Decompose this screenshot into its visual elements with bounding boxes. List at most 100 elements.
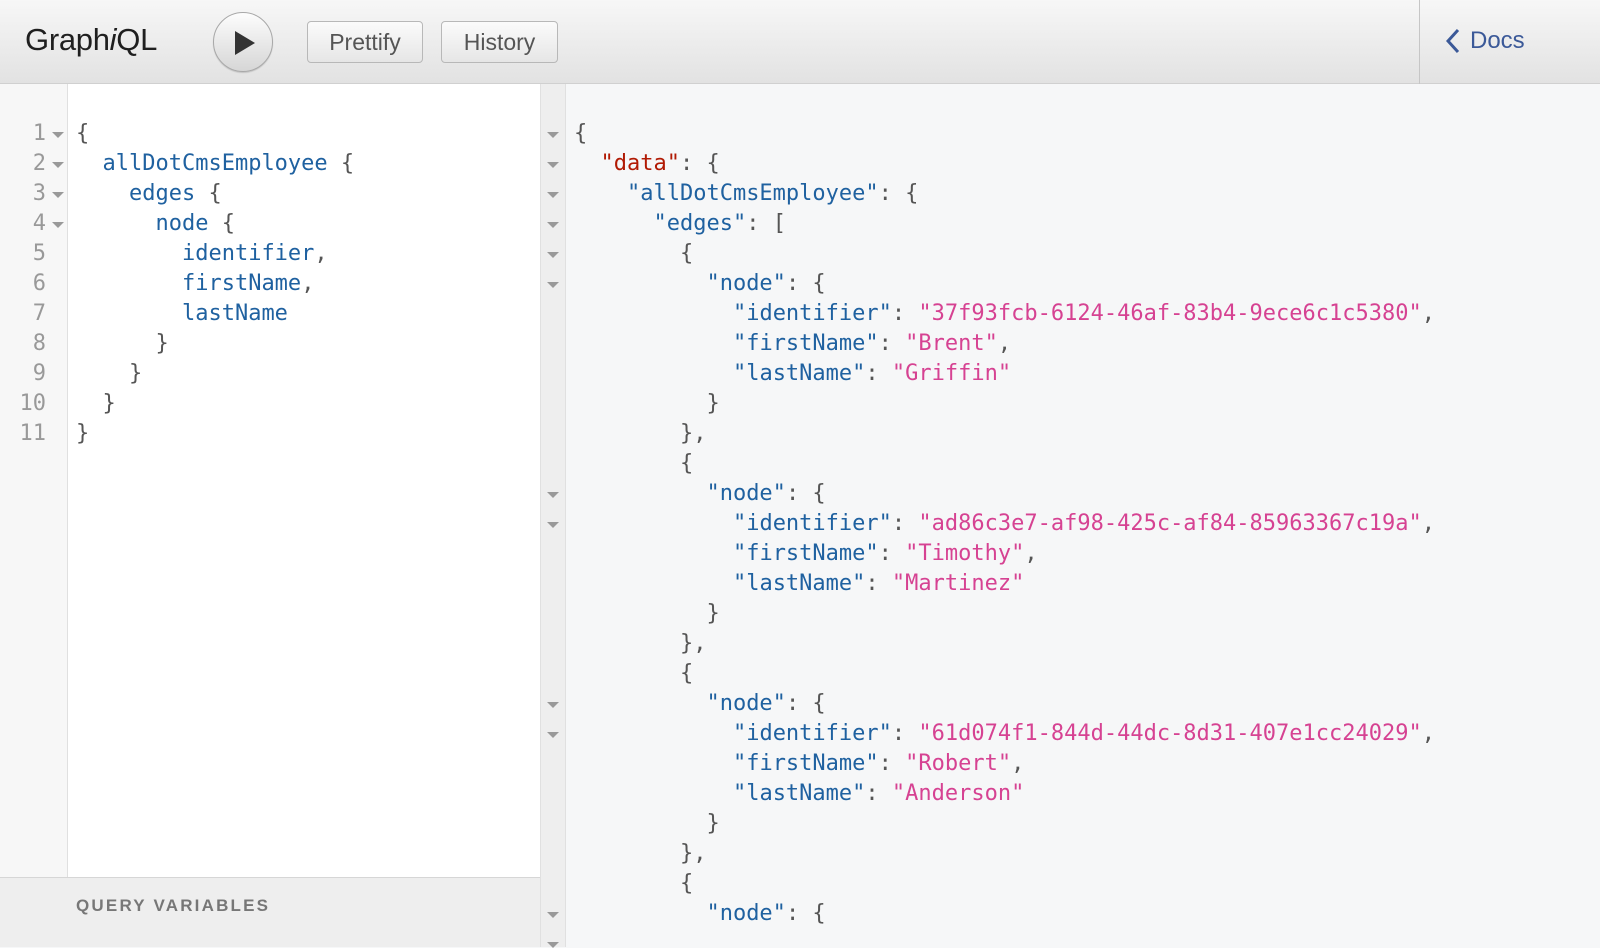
fold-toggle-icon[interactable] [547, 522, 559, 528]
docs-button[interactable]: Docs [1446, 27, 1525, 55]
line-number: 10 [19, 391, 47, 416]
fold-toggle-icon[interactable] [547, 942, 559, 948]
app-title-part: QL [116, 22, 158, 57]
punctuation: { [679, 451, 694, 476]
fold-toggle-icon[interactable] [547, 222, 559, 228]
punctuation: : { [785, 481, 826, 506]
field-name: "lastName" [732, 361, 866, 386]
fold-toggle-icon[interactable] [547, 252, 559, 258]
punctuation: : [878, 751, 906, 776]
punctuation: : [891, 301, 919, 326]
fold-toggle-icon[interactable] [52, 132, 64, 138]
punctuation: : [ [746, 211, 786, 236]
punctuation: : [891, 511, 919, 536]
fold-toggle-icon[interactable] [52, 162, 64, 168]
query-code[interactable]: { allDotCmsEmployee { edges { node { ide… [68, 84, 540, 877]
query-line: { [76, 119, 89, 149]
query-line: } [76, 419, 89, 449]
query-line: } [76, 329, 168, 359]
query-variables-label[interactable]: QUERY VARIABLES [76, 896, 270, 916]
fold-toggle-icon[interactable] [547, 192, 559, 198]
fold-toggle-icon[interactable] [547, 702, 559, 708]
string-value: "ad86c3e7-af98-425c-af84-85963367c19a" [918, 511, 1422, 536]
punctuation: } [706, 601, 720, 626]
line-number: 4 [32, 211, 46, 236]
toolbar: GraphiQL Prettify History Docs [0, 0, 1600, 84]
result-line: }, [574, 839, 707, 869]
punctuation: , [1421, 511, 1435, 536]
punctuation: }, [679, 421, 707, 446]
fold-toggle-icon[interactable] [547, 162, 559, 168]
fold-toggle-icon[interactable] [547, 492, 559, 498]
field-name: "identifier" [732, 301, 892, 326]
query-editor[interactable]: 1 2 3 4 5 6 7 8 9 10 11 { allDotCmsEmployee { edge… [0, 84, 541, 947]
punctuation: { [574, 121, 588, 146]
result-line: } [574, 599, 720, 629]
field-name: "identifier" [732, 721, 892, 746]
result-line: }, [574, 419, 707, 449]
result-line: "firstName": "Brent", [574, 329, 1011, 359]
result-line: "firstName": "Timothy", [574, 539, 1038, 569]
field-name: "identifier" [732, 511, 892, 536]
result-line: "lastName": "Anderson" [574, 779, 1024, 809]
field-name: "node" [706, 481, 786, 506]
punctuation: : [865, 361, 892, 386]
history-button[interactable]: History [441, 21, 558, 63]
punctuation: : { [785, 271, 826, 296]
fold-toggle-icon[interactable] [547, 912, 559, 918]
punctuation: : { [785, 901, 826, 926]
fold-toggle-icon[interactable] [52, 192, 64, 198]
results-gutter [541, 84, 566, 948]
punctuation: { [195, 181, 222, 206]
query-variables-bar[interactable]: QUERY VARIABLES [0, 877, 540, 947]
punctuation: , [301, 271, 315, 296]
result-line: "firstName": "Robert", [574, 749, 1024, 779]
result-line: "data": { [574, 149, 720, 179]
fold-toggle-icon[interactable] [547, 732, 559, 738]
execute-query-button[interactable] [213, 12, 273, 72]
fold-toggle-icon[interactable] [547, 132, 559, 138]
fold-toggle-icon[interactable] [52, 222, 64, 228]
field-name: firstName [181, 271, 302, 296]
field-name: "node" [706, 271, 786, 296]
result-line: "lastName": "Martinez" [574, 569, 1024, 599]
punctuation: { [679, 871, 694, 896]
punctuation: { [76, 121, 90, 146]
punctuation: : { [878, 181, 919, 206]
punctuation: : [865, 571, 892, 596]
query-line: allDotCmsEmployee { [76, 149, 355, 179]
prettify-button[interactable]: Prettify [307, 21, 423, 63]
fold-toggle-icon[interactable] [547, 282, 559, 288]
query-line: firstName, [76, 269, 314, 299]
result-line: { [574, 869, 693, 899]
punctuation: } [706, 391, 720, 416]
punctuation: } [706, 811, 720, 836]
punctuation: } [76, 421, 90, 446]
line-number: 6 [32, 271, 46, 296]
field-name: "data" [600, 151, 680, 176]
punctuation: }, [679, 841, 707, 866]
query-line: identifier, [76, 239, 328, 269]
punctuation: } [102, 391, 116, 416]
